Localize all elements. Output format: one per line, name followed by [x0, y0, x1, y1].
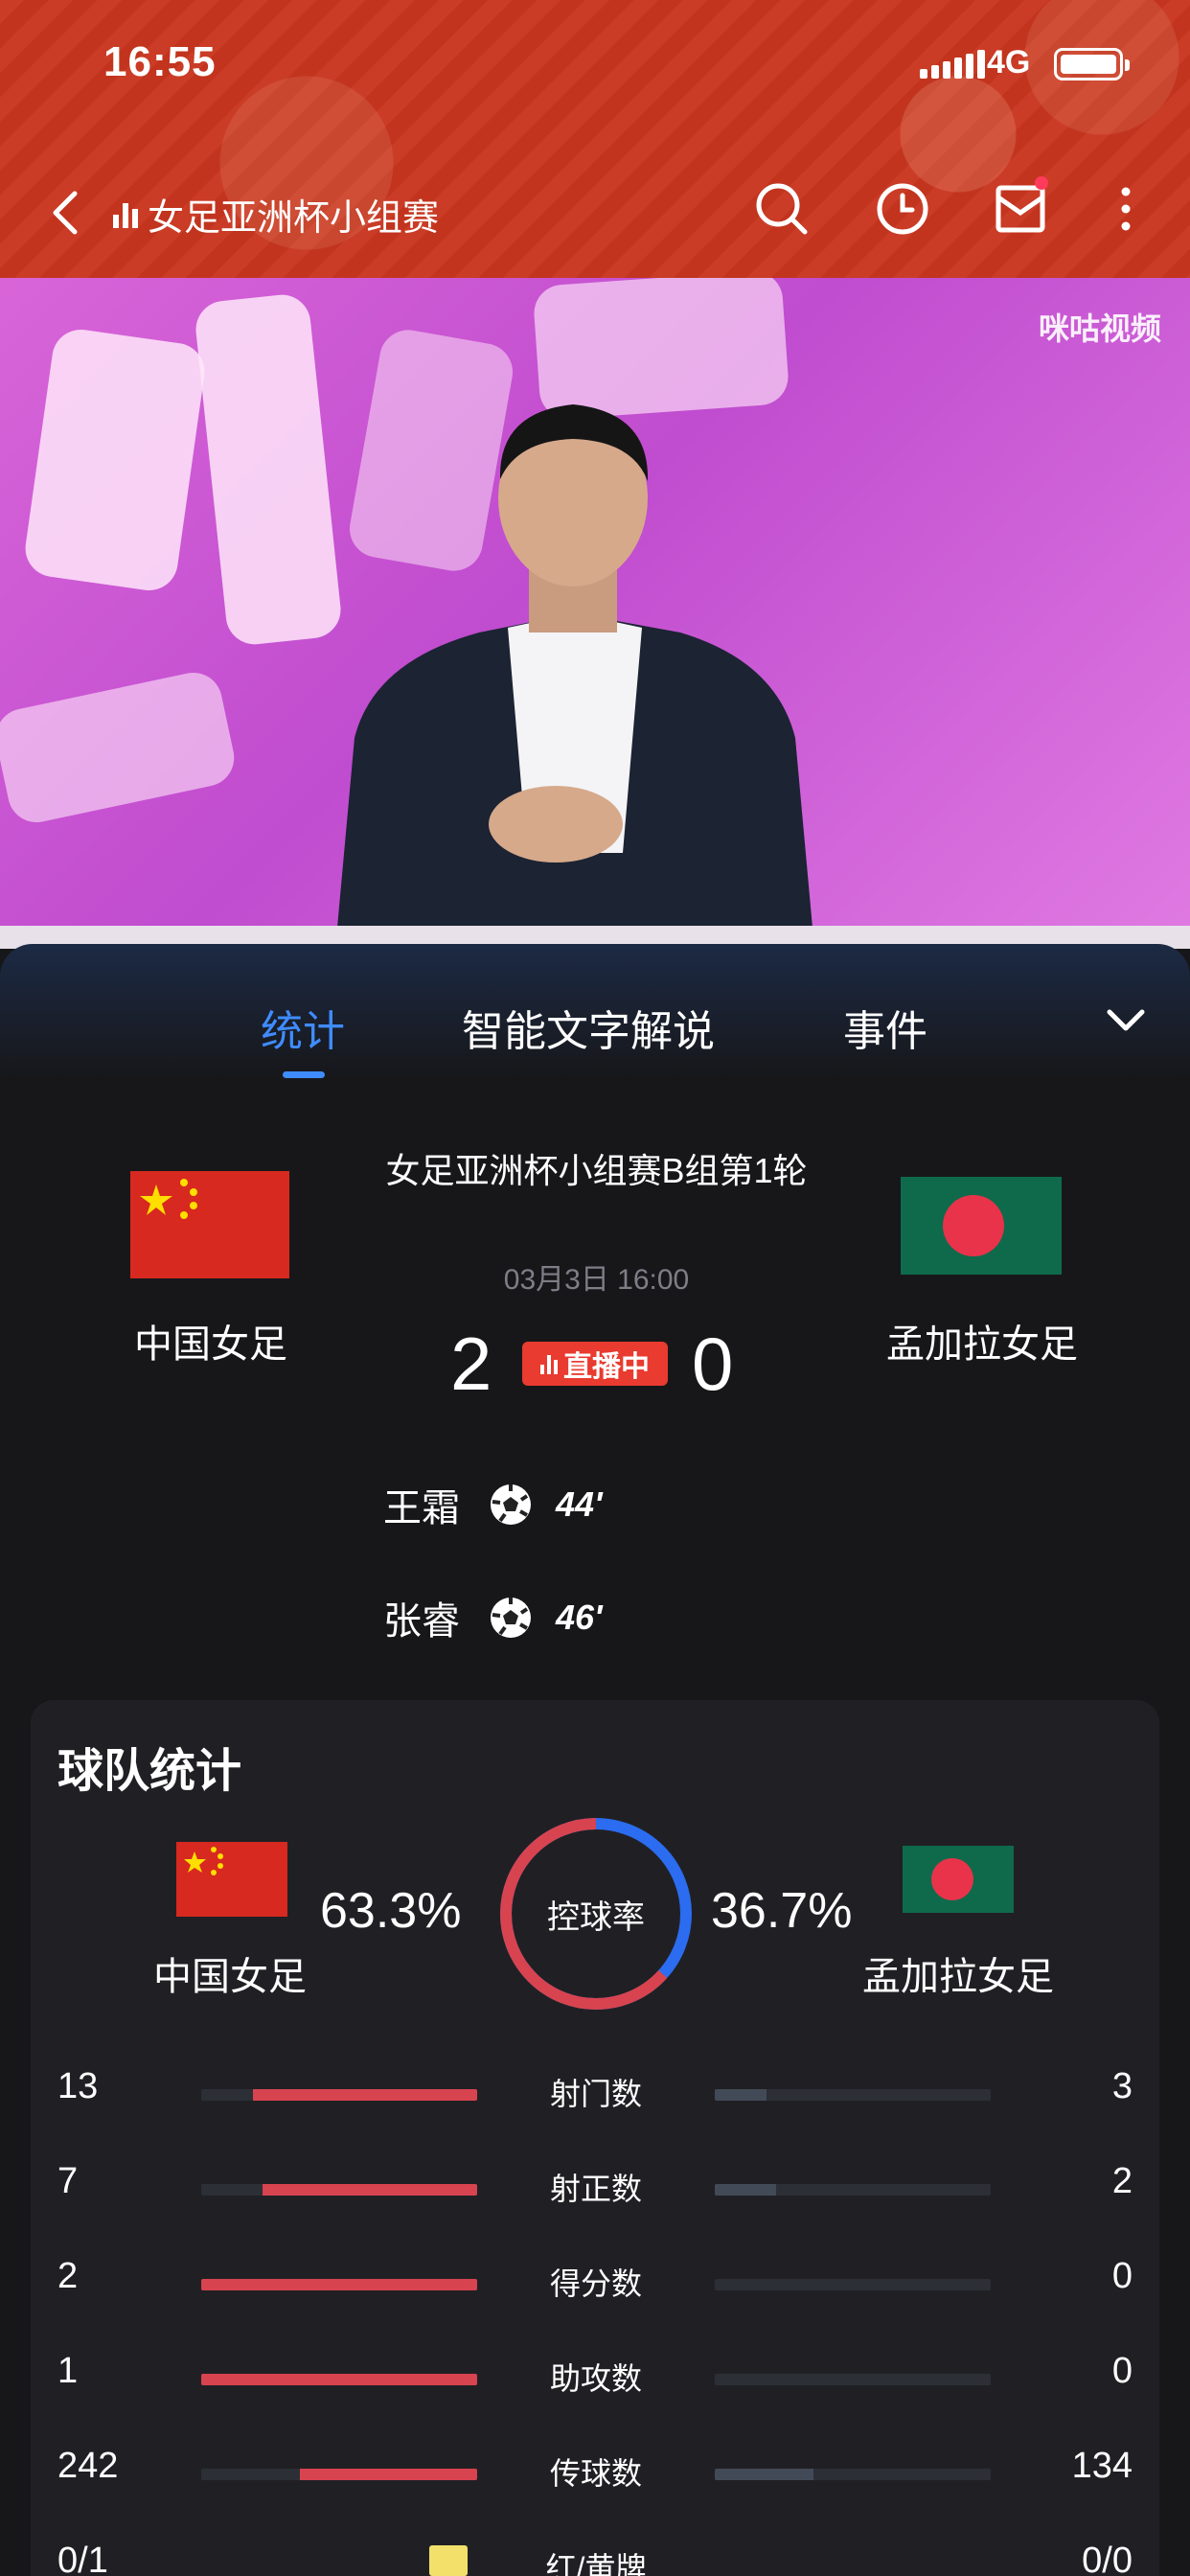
- china-flag-icon: [176, 1842, 287, 1917]
- stat-away-bar: [715, 2279, 991, 2290]
- stat-away-value: 0/0: [1082, 2541, 1133, 2576]
- history-icon[interactable]: [872, 178, 933, 240]
- live-badge: 直播中: [522, 1342, 668, 1386]
- stats-home-team-name: 中国女足: [153, 1956, 307, 1998]
- possession-label: 控球率: [547, 1899, 645, 1936]
- stat-away-value: 3: [1111, 2066, 1133, 2106]
- search-icon[interactable]: [751, 178, 812, 240]
- stat-home-bar-fill: [253, 2089, 477, 2101]
- soccer-ball-icon: [491, 1598, 531, 1638]
- stat-away-bar-fill: [715, 2469, 813, 2480]
- signal-icon: [920, 50, 985, 79]
- presenter-image: [335, 404, 814, 949]
- match-datetime: 03月3日 16:00: [503, 1264, 690, 1296]
- stat-home-value: 13: [57, 2066, 99, 2106]
- live-badge-label: 直播中: [563, 1351, 650, 1383]
- stat-label: 射门数: [549, 2077, 642, 2111]
- stat-home-bar-fill: [201, 2374, 477, 2385]
- stat-label: 得分数: [549, 2266, 642, 2301]
- stat-away-value: 134: [1071, 2446, 1133, 2486]
- stat-home-value: 7: [57, 2161, 79, 2201]
- china-flag-icon: [130, 1171, 289, 1278]
- stat-label: 传球数: [549, 2456, 642, 2491]
- home-possession: 63.3%: [320, 1883, 462, 1939]
- live-chart-icon: [540, 1353, 558, 1374]
- video-watermark: 咪咕视频: [1038, 311, 1161, 346]
- battery-icon: [1054, 48, 1130, 80]
- stat-away-value: 0: [1111, 2256, 1133, 2296]
- stat-away-bar-fill: [715, 2089, 767, 2101]
- scorer-row: 张睿 46': [383, 1589, 603, 1646]
- stat-label: 红/黄牌: [545, 2551, 647, 2576]
- away-possession: 36.7%: [711, 1883, 853, 1939]
- network-type: 4G: [987, 44, 1031, 80]
- stat-home-bar-fill: [299, 2469, 477, 2480]
- stat-home-bar-fill: [263, 2184, 477, 2196]
- tab-commentary[interactable]: 智能文字解说: [462, 997, 715, 1058]
- more-icon[interactable]: [1111, 178, 1140, 240]
- stat-away-bar: [715, 2184, 991, 2196]
- stat-home-value: 242: [57, 2446, 119, 2486]
- stat-home-value: 1: [57, 2351, 79, 2391]
- stat-label: 助攻数: [549, 2361, 642, 2396]
- chart-icon: [113, 201, 138, 228]
- goal-minute: 44': [556, 1484, 603, 1524]
- stat-home-bar: [201, 2374, 477, 2385]
- yellow-card-icon: [429, 2545, 468, 2576]
- stat-away-bar-fill: [715, 2184, 776, 2196]
- away-score: 0: [692, 1322, 734, 1406]
- active-tab-indicator: [283, 1071, 325, 1078]
- stat-away-bar: [715, 2469, 991, 2480]
- back-icon[interactable]: [46, 184, 84, 242]
- stat-home-value: 0/1: [57, 2541, 108, 2576]
- soccer-ball-icon: [491, 1484, 531, 1525]
- home-score: 2: [450, 1322, 492, 1406]
- bangladesh-flag-icon: [901, 1177, 1062, 1275]
- unread-badge: [1035, 176, 1048, 190]
- chevron-down-icon[interactable]: [1102, 997, 1150, 1045]
- stat-home-bar: [201, 2279, 477, 2290]
- status-time: 16:55: [103, 38, 217, 85]
- stat-label: 射正数: [549, 2172, 642, 2206]
- page-title: 女足亚洲杯小组赛: [148, 198, 440, 239]
- tab-stats[interactable]: 统计: [261, 997, 345, 1058]
- stat-away-bar: [715, 2374, 991, 2385]
- away-team-name[interactable]: 孟加拉女足: [867, 1313, 1097, 1368]
- tab-events[interactable]: 事件: [843, 997, 927, 1058]
- stat-away-value: 2: [1111, 2161, 1133, 2201]
- stat-home-bar-fill: [201, 2279, 477, 2290]
- video-player[interactable]: 咪咕视频: [0, 278, 1190, 949]
- scorer-name: 王霜: [383, 1487, 460, 1530]
- stat-home-bar: [201, 2089, 477, 2101]
- stat-home-value: 2: [57, 2256, 79, 2296]
- team-stats-title: 球队统计: [57, 1746, 242, 1797]
- bangladesh-flag-icon: [903, 1846, 1014, 1913]
- scorer-name: 张睿: [383, 1600, 460, 1643]
- stat-home-bar: [201, 2184, 477, 2196]
- home-team-name[interactable]: 中国女足: [115, 1313, 307, 1368]
- stat-away-value: 0: [1111, 2351, 1133, 2391]
- page-title-group: 女足亚洲杯小组赛: [113, 188, 439, 241]
- stats-away-team-name: 孟加拉女足: [862, 1956, 1054, 1998]
- stat-home-bar: [201, 2469, 477, 2480]
- stat-away-bar: [715, 2089, 991, 2101]
- match-title: 女足亚洲杯小组赛B组第1轮: [385, 1151, 808, 1190]
- goal-minute: 46': [556, 1598, 603, 1637]
- scorer-row: 王霜 44': [383, 1476, 603, 1533]
